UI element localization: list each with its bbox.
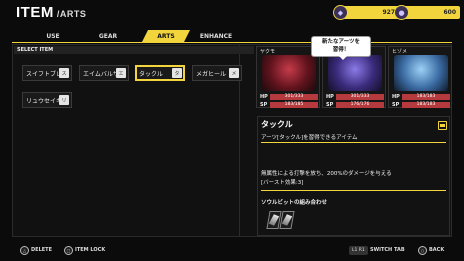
item-badge-icon: メ xyxy=(229,68,239,78)
item-label: タックル xyxy=(139,70,163,78)
category-tabs: USE GEAR ARTS ENHANCE xyxy=(12,30,452,42)
delete-label[interactable]: DELETE xyxy=(31,247,52,253)
detail-divider-2 xyxy=(261,190,446,191)
list-item-selected[interactable]: タックル タ xyxy=(135,65,185,81)
tab-underline xyxy=(12,42,452,43)
circle-button-icon: ○ xyxy=(418,246,427,255)
list-item[interactable]: スイフトブレ ス xyxy=(22,65,72,81)
currency-coin-value: 600 xyxy=(443,9,456,16)
triangle-button-icon: △ xyxy=(20,246,29,255)
effect-line-1: 無属性による打撃を放ち、200%のダメージを与える xyxy=(261,171,392,177)
soul-gem-icon: ◆ xyxy=(333,5,348,20)
coin-icon: ● xyxy=(394,5,409,20)
sp-value: 183/183 xyxy=(402,101,450,108)
tab-use[interactable]: USE xyxy=(42,30,64,42)
list-item[interactable]: エイムバルサ エ xyxy=(79,65,129,81)
tab-gear[interactable]: GEAR xyxy=(92,30,124,42)
sp-value: 183/185 xyxy=(270,101,318,108)
list-item[interactable]: リュウセイキ リ xyxy=(22,92,72,108)
bubble-line-1: 新たなアーツを xyxy=(321,39,361,45)
detail-description: アーツ[タックル]を習得できるアイテム xyxy=(261,135,358,141)
back-label[interactable]: BACK xyxy=(429,247,444,253)
lock-chest-icon[interactable] xyxy=(438,121,447,130)
portrait-image xyxy=(328,55,382,91)
new-arts-bubble: 新たなアーツを 習得！ xyxy=(312,37,370,60)
hp-label: HP xyxy=(260,93,268,100)
hp-value: 301/333 xyxy=(336,93,384,100)
hp-row: HP 301/333 xyxy=(260,93,318,100)
item-lock-label[interactable]: ITEM LOCK xyxy=(75,247,105,253)
currency-coin: ● 600 xyxy=(394,5,460,20)
sp-value: 176/176 xyxy=(336,101,384,108)
sp-label: SP xyxy=(260,101,268,108)
item-badge-icon: ス xyxy=(59,68,69,78)
party-member-hizome[interactable]: ヒゾメ HP 183/183 SP 183/183 xyxy=(388,46,452,108)
portrait-image xyxy=(394,55,448,91)
item-badge-icon: タ xyxy=(172,68,182,78)
member-name: ヒゾメ xyxy=(392,49,408,55)
list-item[interactable]: メガヒール メ xyxy=(192,65,242,81)
hp-label: HP xyxy=(326,93,334,100)
title-text: ITEM xyxy=(16,4,54,21)
sp-row: SP 176/176 xyxy=(326,101,384,108)
bubble-line-2: 習得！ xyxy=(332,47,350,53)
hp-row: HP 301/333 xyxy=(326,93,384,100)
soulbit-combo-label: ソウルビットの組み合わせ xyxy=(261,200,328,206)
item-label: エイムバルサ xyxy=(83,70,119,78)
detail-divider xyxy=(261,142,446,143)
sp-row: SP 183/185 xyxy=(260,101,318,108)
select-item-label: SELECT ITEM xyxy=(14,46,254,54)
subtitle-text: /ARTS xyxy=(56,9,87,19)
hp-label: HP xyxy=(392,93,400,100)
effect-line-2: [バースト効果:3] xyxy=(261,180,304,186)
item-badge-icon: エ xyxy=(116,68,126,78)
sp-label: SP xyxy=(326,101,334,108)
sp-row: SP 183/183 xyxy=(392,101,450,108)
item-label: スイフトブレ xyxy=(26,70,63,78)
item-label: リュウセイキ xyxy=(26,97,63,105)
hp-row: HP 183/183 xyxy=(392,93,450,100)
page-title: ITEM/ARTS xyxy=(16,4,86,21)
sp-label: SP xyxy=(392,101,400,108)
member-name: ヤクモ xyxy=(260,49,276,55)
hp-value: 183/183 xyxy=(402,93,450,100)
item-label: メガヒール xyxy=(196,70,227,78)
party-member-yakumo[interactable]: ヤクモ HP 301/333 SP 183/185 xyxy=(256,46,320,108)
item-badge-icon: リ xyxy=(59,95,69,105)
currency-soul: ◆ 927 xyxy=(333,5,399,20)
shoulder-buttons-icon: L1 R1 xyxy=(349,246,368,255)
square-button-icon: □ xyxy=(64,246,73,255)
detail-title: タックル xyxy=(261,120,293,129)
tab-arts[interactable]: ARTS xyxy=(142,30,190,42)
header-bar: ITEM/ARTS ◆ 927 ● 600 xyxy=(0,0,464,28)
portrait-image xyxy=(262,55,316,91)
switch-tab-label[interactable]: SWITCH TAB xyxy=(370,247,405,253)
tab-enhance[interactable]: ENHANCE xyxy=(195,30,237,42)
hp-value: 301/333 xyxy=(270,93,318,100)
